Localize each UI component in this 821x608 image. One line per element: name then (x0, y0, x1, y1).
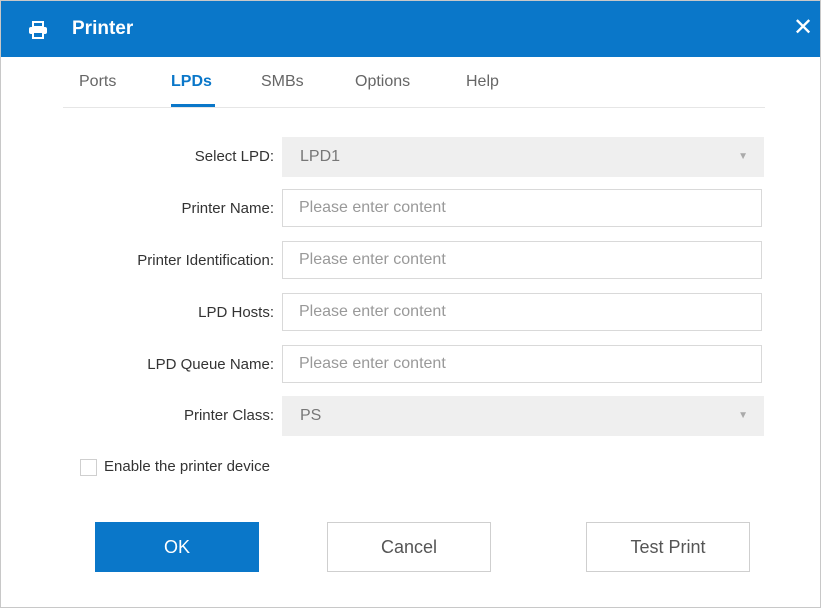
printer-identification-input[interactable] (282, 241, 762, 279)
tab-smbs[interactable]: SMBs (261, 73, 304, 91)
printer-class-row: Printer Class: PS ▼ (1, 396, 821, 436)
lpd-hosts-label: LPD Hosts: (198, 304, 274, 321)
lpd-hosts-row: LPD Hosts: (1, 293, 821, 333)
printer-icon (28, 21, 48, 39)
lpd-queue-name-input[interactable] (282, 345, 762, 383)
printer-name-input[interactable] (282, 189, 762, 227)
printer-class-label: Printer Class: (183, 407, 274, 424)
lpd-queue-name-label: LPD Queue Name: (147, 356, 274, 373)
tab-help[interactable]: Help (466, 73, 499, 91)
tab-options[interactable]: Options (355, 73, 410, 91)
chevron-down-icon: ▼ (738, 151, 748, 162)
chevron-down-icon: ▼ (738, 410, 748, 421)
printer-name-row: Printer Name: (1, 189, 821, 229)
enable-device-checkbox[interactable] (80, 459, 97, 476)
test-print-button[interactable]: Test Print (586, 522, 750, 572)
tab-bar: Ports LPDs SMBs Options Help (63, 57, 765, 108)
lpd-queue-name-row: LPD Queue Name: (1, 345, 821, 385)
printer-dialog: Printer ✕ Ports LPDs SMBs Options Help S… (0, 0, 821, 608)
select-lpd-label: Select LPD: (194, 148, 274, 165)
printer-identification-row: Printer Identification: (1, 241, 821, 281)
active-tab-indicator (171, 104, 215, 107)
close-icon[interactable]: ✕ (790, 15, 816, 41)
enable-device-label[interactable]: Enable the printer device (104, 458, 270, 475)
cancel-button[interactable]: Cancel (327, 522, 491, 572)
tab-lpds[interactable]: LPDs (171, 73, 212, 91)
select-lpd-row: Select LPD: LPD1 ▼ (1, 137, 821, 177)
printer-identification-label: Printer Identification: (137, 252, 274, 269)
lpd-hosts-input[interactable] (282, 293, 762, 331)
window-title: Printer (72, 18, 134, 39)
select-lpd-dropdown[interactable]: LPD1 ▼ (282, 137, 764, 177)
printer-name-label: Printer Name: (181, 200, 274, 217)
tab-ports[interactable]: Ports (79, 73, 116, 91)
title-bar: Printer ✕ (1, 1, 820, 57)
select-lpd-value: LPD1 (300, 148, 341, 165)
printer-class-dropdown[interactable]: PS ▼ (282, 396, 764, 436)
printer-class-value: PS (300, 407, 322, 424)
ok-button[interactable]: OK (95, 522, 259, 572)
